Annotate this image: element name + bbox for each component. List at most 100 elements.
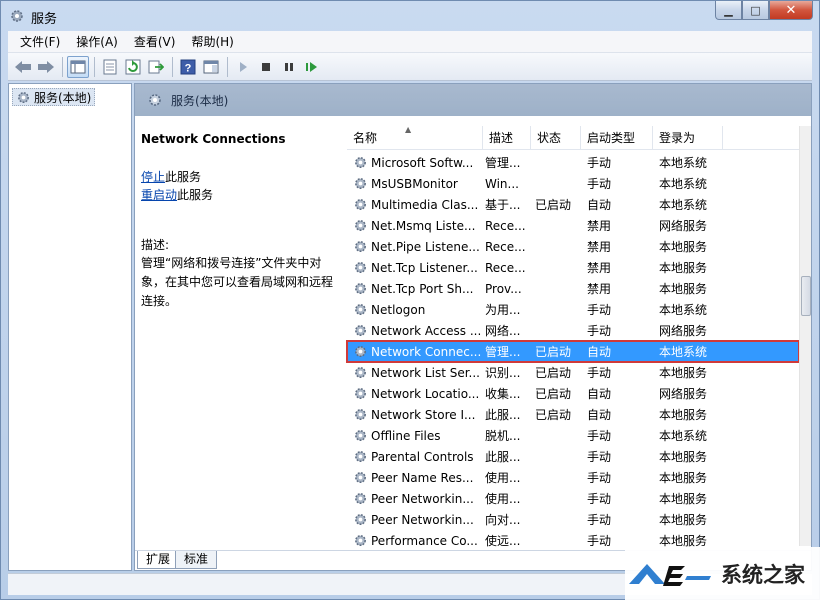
caption-buttons: ▁ □ ✕: [715, 1, 813, 21]
export-button[interactable]: [145, 56, 167, 78]
cell-logon-as: 本地服务: [659, 450, 708, 464]
service-name: Parental Controls: [371, 449, 474, 464]
scrollbar-thumb[interactable]: [801, 276, 811, 316]
table-row[interactable]: Network Connec... 管理... 已启动 自动 本地系统: [346, 340, 800, 363]
service-gear-icon: [353, 155, 368, 170]
column-header-startup-type[interactable]: 启动类型: [581, 126, 653, 150]
tree-item-services-local[interactable]: 服务(本地): [12, 88, 96, 106]
properties-button[interactable]: [99, 56, 121, 78]
service-name: Net.Tcp Port Sh...: [371, 281, 474, 296]
forward-icon: [38, 60, 54, 73]
toolbar-separator: [94, 56, 95, 77]
services-list: ▲ 名称 描述 状态 启动类型 登录为 Microsoft Softw... 管理.…: [346, 116, 811, 550]
table-row[interactable]: Netlogon 为用... 手动 本地系统: [347, 299, 799, 320]
cell-name: Netlogon: [347, 302, 483, 317]
cell-name: Peer Name Res...: [347, 470, 483, 485]
close-icon: ✕: [785, 2, 797, 18]
view-button[interactable]: [200, 56, 222, 78]
cell-description: 向对...: [485, 513, 521, 527]
table-row[interactable]: Network List Ser... 识别... 已启动 手动 本地服务: [347, 362, 799, 383]
column-header-description[interactable]: 描述: [483, 126, 531, 150]
minimize-button[interactable]: ▁: [715, 1, 742, 20]
column-header-status[interactable]: 状态: [531, 126, 581, 150]
cell-name: Network List Ser...: [347, 365, 483, 380]
restart-service-button[interactable]: [301, 56, 323, 78]
back-button[interactable]: [12, 56, 34, 78]
service-gear-icon: [353, 470, 368, 485]
column-header-name[interactable]: ▲ 名称: [347, 125, 483, 150]
table-row[interactable]: Net.Tcp Port Sh... Prov... 禁用 本地服务: [347, 278, 799, 299]
service-actions: 停止此服务 重启动此服务: [141, 168, 213, 204]
cell-logon-as: 本地服务: [659, 261, 708, 275]
service-name: Peer Name Res...: [371, 470, 474, 485]
restart-service-link[interactable]: 重启动: [141, 188, 177, 202]
cell-name: Net.Msmq Liste...: [347, 218, 483, 233]
cell-startup-type: 手动: [587, 429, 612, 443]
cell-description: 使远...: [485, 534, 521, 548]
table-row[interactable]: Net.Pipe Listene... Rece... 禁用 本地服务: [347, 236, 799, 257]
service-gear-icon: [353, 449, 368, 464]
cell-logon-as: 网络服务: [659, 219, 708, 233]
table-row[interactable]: Peer Networkin... 向对... 手动 本地服务: [347, 509, 799, 530]
column-status-label: 状态: [537, 131, 562, 145]
table-row[interactable]: Peer Networkin... 使用... 手动 本地服务: [347, 488, 799, 509]
table-row[interactable]: Network Locatio... 收集... 已启动 自动 网络服务: [347, 383, 799, 404]
start-service-button[interactable]: [232, 56, 254, 78]
table-row[interactable]: Parental Controls 此服... 手动 本地服务: [347, 446, 799, 467]
menu-item-2[interactable]: 查看(V): [126, 33, 184, 50]
table-row[interactable]: Net.Tcp Listener... Rece... 禁用 本地服务: [347, 257, 799, 278]
cell-status: 已启动: [535, 366, 572, 380]
tab-standard[interactable]: 标准: [175, 551, 218, 569]
table-row[interactable]: Offline Files 脱机... 手动 本地系统: [347, 425, 799, 446]
table-row[interactable]: Multimedia Clas... 基于... 已启动 自动 本地系统: [347, 194, 799, 215]
table-row[interactable]: MsUSBMonitor Win... 手动 本地系统: [347, 173, 799, 194]
table-row[interactable]: Net.Msmq Liste... Rece... 禁用 网络服务: [347, 215, 799, 236]
table-row[interactable]: Peer Name Res... 使用... 手动 本地服务: [347, 467, 799, 488]
cell-name: Network Connec...: [347, 344, 483, 359]
tree-item-label: 服务(本地): [34, 90, 92, 105]
menu-item-1[interactable]: 操作(A): [68, 33, 126, 50]
table-row[interactable]: Network Access ... 网络... 手动 网络服务: [347, 320, 799, 341]
cell-description: 管理...: [485, 345, 521, 359]
cell-description: Win...: [485, 176, 519, 191]
service-name: Net.Pipe Listene...: [371, 239, 480, 254]
stop-service-button[interactable]: [255, 56, 277, 78]
toolbar-separator: [227, 56, 228, 77]
cell-description: Rece...: [485, 218, 526, 233]
cell-startup-type: 自动: [587, 387, 612, 401]
cell-startup-type: 手动: [587, 513, 612, 527]
table-row[interactable]: Microsoft Softw... 管理... 手动 本地系统: [347, 152, 799, 173]
watermark-logo-icon: [629, 564, 711, 586]
column-header-logon-as[interactable]: 登录为: [653, 126, 723, 150]
close-button[interactable]: ✕: [769, 1, 813, 20]
title-bar[interactable]: 服务 ▁ □ ✕: [1, 1, 819, 31]
cell-logon-as: 本地系统: [659, 429, 708, 443]
pause-icon: [285, 62, 293, 71]
console-tree-button[interactable]: [67, 55, 89, 78]
service-detail-panel: Network Connections 停止此服务 重启动此服务 描述: 管理“…: [135, 116, 347, 550]
cell-description: 此服...: [485, 450, 521, 464]
cell-startup-type: 禁用: [587, 261, 612, 275]
vertical-scrollbar[interactable]: [799, 126, 811, 546]
service-gear-icon: [353, 386, 368, 401]
service-gear-icon: [353, 323, 368, 338]
service-gear-icon: [353, 365, 368, 380]
refresh-button[interactable]: [122, 56, 144, 78]
maximize-button[interactable]: □: [742, 1, 769, 20]
service-gear-icon: [353, 239, 368, 254]
cell-startup-type: 禁用: [587, 240, 612, 254]
cell-logon-as: 本地系统: [659, 198, 708, 212]
pause-service-button[interactable]: [278, 56, 300, 78]
tab-extended[interactable]: 扩展: [137, 551, 180, 569]
cell-startup-type: 手动: [587, 324, 612, 338]
menu-item-3[interactable]: 帮助(H): [183, 33, 241, 50]
forward-button[interactable]: [35, 56, 57, 78]
help-button[interactable]: ?: [177, 56, 199, 78]
service-name: Network Store I...: [371, 407, 476, 422]
cell-startup-type: 自动: [587, 345, 612, 359]
table-row[interactable]: Network Store I... 此服... 已启动 自动 本地服务: [347, 404, 799, 425]
service-name: Net.Msmq Liste...: [371, 218, 476, 233]
export-icon: [148, 60, 164, 73]
menu-item-0[interactable]: 文件(F): [12, 33, 68, 50]
stop-service-link[interactable]: 停止: [141, 170, 165, 184]
